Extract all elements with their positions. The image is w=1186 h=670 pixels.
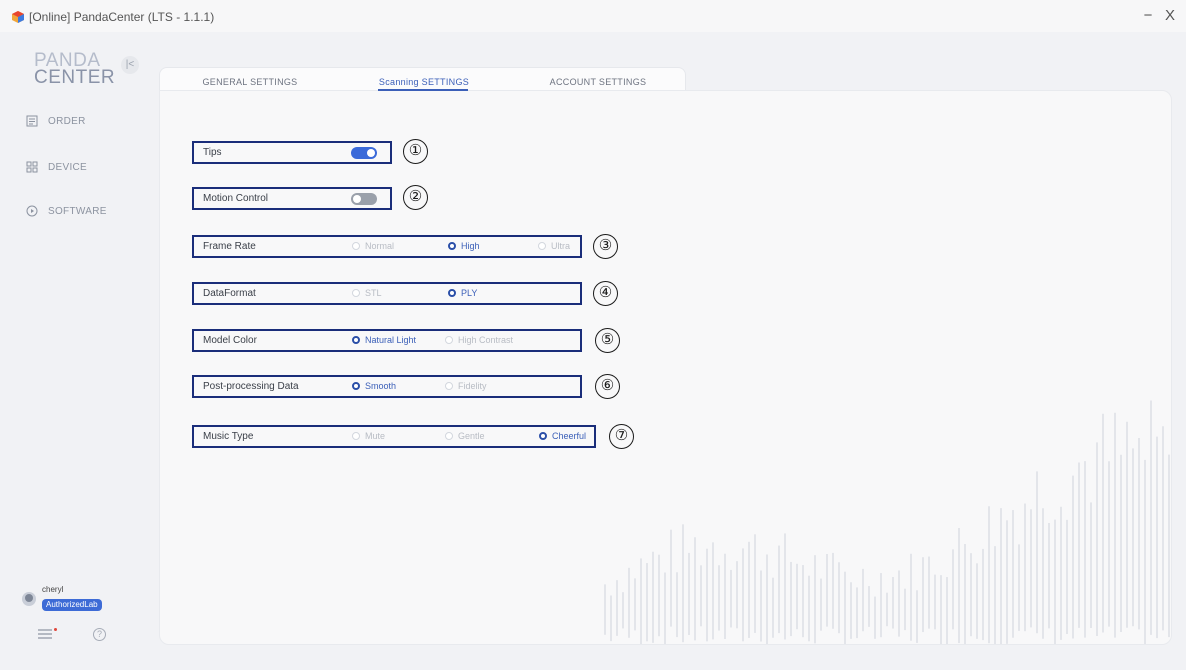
decorative-waveform [604,400,1170,644]
setting-row-model-color: Model Color Natural Light High Contrast [192,329,582,352]
setting-row-music-type: Music Type Mute Gentle Cheerful [192,425,596,448]
motion-control-label: Motion Control [203,193,269,204]
help-icon[interactable]: ? [93,628,106,641]
menu-icon[interactable] [38,629,52,639]
setting-row-frame-rate: Frame Rate Normal High Ultra [192,235,582,258]
motion-control-toggle[interactable] [351,193,377,205]
annotation-marker: ⑦ [609,424,634,449]
window-title: [Online] PandaCenter (LTS - 1.1.1) [29,10,215,24]
device-icon [26,161,38,173]
user-name: cheryl [42,585,64,594]
sidebar-item-label: ORDER [48,115,86,127]
frame-rate-option-normal[interactable]: Normal [352,241,394,251]
software-icon [26,205,38,217]
annotation-marker: ⑤ [595,328,620,353]
model-color-option-high-contrast[interactable]: High Contrast [445,335,513,345]
setting-row-tips: Tips [192,141,392,164]
setting-row-post-processing: Post-processing Data Smooth Fidelity [192,375,582,398]
frame-rate-option-ultra[interactable]: Ultra [538,241,570,251]
tab-general-settings[interactable]: GENERAL SETTINGS [180,77,320,87]
tab-account-settings[interactable]: ACCOUNT SETTINGS [528,77,668,87]
setting-row-data-format: DataFormat STL PLY [192,282,582,305]
collapse-icon: |< [125,59,135,70]
active-tab-indicator [378,89,468,91]
app-logo-icon [12,11,24,23]
user-profile[interactable]: cheryl AuthorizedLab [22,585,102,612]
tips-label: Tips [203,147,222,158]
tab-scanning-settings[interactable]: Scanning SETTINGS [354,77,494,87]
model-color-option-natural-light[interactable]: Natural Light [352,335,416,345]
post-processing-option-smooth[interactable]: Smooth [352,381,396,391]
close-button[interactable]: X [1160,7,1180,24]
post-processing-label: Post-processing Data [203,381,299,392]
tips-toggle[interactable] [351,147,377,159]
annotation-marker: ② [403,185,428,210]
title-bar: [Online] PandaCenter (LTS - 1.1.1) − X [0,0,1186,32]
sidebar-item-label: SOFTWARE [48,205,107,217]
sidebar-item-device[interactable]: DEVICE [26,161,87,173]
collapse-sidebar-button[interactable]: |< [121,56,139,74]
post-processing-option-fidelity[interactable]: Fidelity [445,381,487,391]
music-type-option-cheerful[interactable]: Cheerful [539,431,586,441]
setting-row-motion-control: Motion Control [192,187,392,210]
annotation-marker: ⑥ [595,374,620,399]
minimize-button[interactable]: − [1138,7,1158,24]
brand-logo: PANDA CENTER [34,50,116,88]
frame-rate-option-high[interactable]: High [448,241,480,251]
data-format-label: DataFormat [203,288,256,299]
sidebar-item-order[interactable]: ORDER [26,115,86,127]
model-color-label: Model Color [203,335,257,346]
frame-rate-label: Frame Rate [203,241,256,252]
sidebar-item-software[interactable]: SOFTWARE [26,205,107,217]
avatar [22,591,36,606]
music-type-option-gentle[interactable]: Gentle [445,431,485,441]
annotation-marker: ③ [593,234,618,259]
notification-dot [54,628,57,631]
data-format-option-stl[interactable]: STL [352,288,382,298]
sidebar-item-label: DEVICE [48,161,88,173]
user-role-badge: AuthorizedLab [42,599,102,611]
music-type-option-mute[interactable]: Mute [352,431,385,441]
annotation-marker: ① [403,139,428,164]
data-format-option-ply[interactable]: PLY [448,288,477,298]
order-icon [26,115,38,127]
settings-panel [159,90,1172,645]
annotation-marker: ④ [593,281,618,306]
sidebar: PANDA CENTER |< ORDER DEVICE SOFTWARE ch… [0,32,148,670]
music-type-label: Music Type [203,431,254,442]
